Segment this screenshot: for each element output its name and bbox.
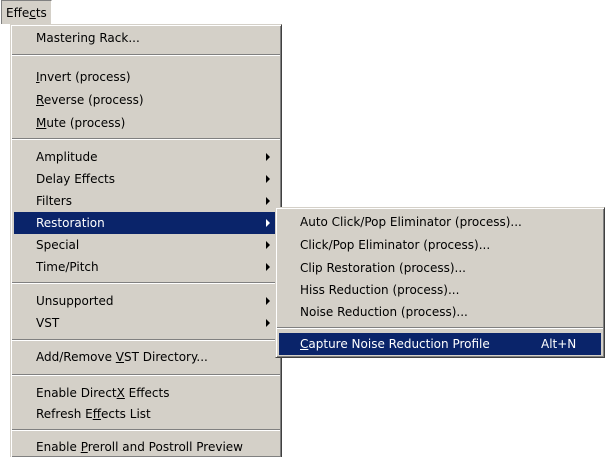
menu-item-vst[interactable]: VST — [14, 312, 278, 334]
menu-separator — [12, 374, 280, 376]
menu-item-delay-effects[interactable]: Delay Effects — [14, 168, 278, 190]
submenu-item-auto-click-pop-eliminator[interactable]: Auto Click/Pop Eliminator (process)... — [279, 211, 601, 233]
menu-item-enable-directx-effects[interactable]: Enable DirectX Effects — [14, 382, 278, 404]
submenu-item-noise-reduction[interactable]: Noise Reduction (process)... — [279, 301, 601, 323]
submenu-arrow-icon — [266, 175, 270, 183]
menu-separator — [12, 138, 280, 140]
submenu-arrow-icon — [266, 197, 270, 205]
menu-item-enable-preroll-postroll-preview[interactable]: Enable Preroll and Postroll Preview — [14, 436, 278, 458]
menu-item-mastering-rack[interactable]: Mastering Rack... — [14, 27, 278, 49]
effects-menu: Mastering Rack... Invert (process) Rever… — [10, 24, 282, 457]
submenu-item-capture-noise-reduction-profile[interactable]: Capture Noise Reduction Profile Alt+N — [279, 333, 601, 355]
submenu-arrow-icon — [266, 219, 270, 227]
menu-item-amplitude[interactable]: Amplitude — [14, 146, 278, 168]
menu-item-mute[interactable]: Mute (process) — [14, 112, 278, 134]
menu-item-add-remove-vst-directory[interactable]: Add/Remove VST Directory... — [14, 346, 278, 368]
menu-separator — [12, 429, 280, 431]
menu-item-special[interactable]: Special — [14, 234, 278, 256]
menu-separator — [12, 54, 280, 56]
submenu-arrow-icon — [266, 153, 270, 161]
submenu-arrow-icon — [266, 319, 270, 327]
menu-separator — [12, 339, 280, 341]
menu-item-restoration[interactable]: Restoration — [14, 212, 278, 234]
shortcut-label: Alt+N — [541, 337, 577, 351]
submenu-arrow-icon — [266, 241, 270, 249]
restoration-submenu: Auto Click/Pop Eliminator (process)... C… — [275, 207, 605, 358]
menu-item-invert[interactable]: Invert (process) — [14, 66, 278, 88]
submenu-item-clip-restoration[interactable]: Clip Restoration (process)... — [279, 257, 601, 279]
menu-separator — [277, 327, 603, 329]
menu-item-unsupported[interactable]: Unsupported — [14, 290, 278, 312]
menu-item-filters[interactable]: Filters — [14, 190, 278, 212]
submenu-arrow-icon — [266, 297, 270, 305]
menu-item-reverse[interactable]: Reverse (process) — [14, 89, 278, 111]
submenu-item-click-pop-eliminator[interactable]: Click/Pop Eliminator (process)... — [279, 234, 601, 256]
effects-menu-title[interactable]: Effects — [1, 0, 52, 24]
submenu-arrow-icon — [266, 263, 270, 271]
menu-item-refresh-effects-list[interactable]: Refresh Effects List — [14, 403, 278, 425]
submenu-item-hiss-reduction[interactable]: Hiss Reduction (process)... — [279, 279, 601, 301]
menu-separator — [12, 282, 280, 284]
menu-item-time-pitch[interactable]: Time/Pitch — [14, 256, 278, 278]
